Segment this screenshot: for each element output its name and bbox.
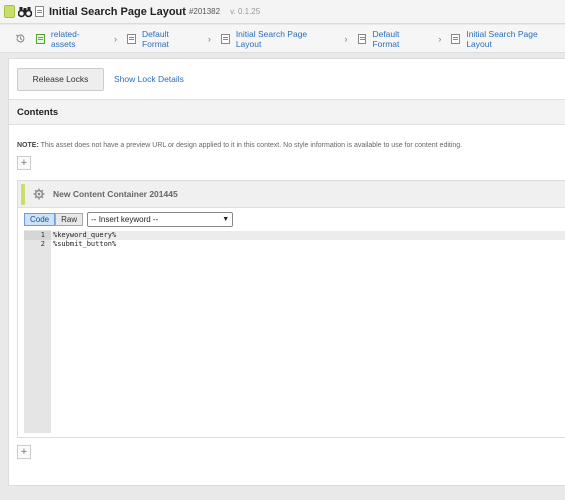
gear-icon[interactable] (33, 188, 45, 200)
breadcrumb-separator: › (207, 33, 211, 44)
chevron-down-icon: ▼ (222, 215, 230, 223)
show-lock-details-link[interactable]: Show Lock Details (114, 74, 184, 84)
breadcrumb-label: Initial Search Page Layout (235, 28, 308, 49)
note-text: This asset does not have a preview URL o… (38, 142, 463, 149)
line-number: 1 (24, 231, 51, 240)
breadcrumb-separator: › (438, 33, 442, 44)
breadcrumb-label: Default Format (141, 28, 169, 49)
page-icon (357, 33, 367, 44)
note-prefix: NOTE: (17, 142, 39, 149)
title-bar: Initial Search Page Layout #201382 v. 0.… (0, 0, 565, 24)
page-icon (35, 6, 44, 17)
page-title: Initial Search Page Layout (49, 5, 186, 18)
tab-raw[interactable]: Raw (55, 212, 84, 226)
code-line[interactable]: %keyword_query% (51, 231, 565, 240)
breadcrumb-item-initial-search-page-layout-2[interactable]: Initial Search Page Layout (451, 29, 565, 49)
container-title: New Content Container 201445 (53, 189, 178, 199)
breadcrumb: related-assets › Default Format › Initia… (0, 25, 565, 53)
breadcrumb-label: Initial Search Page Layout (466, 28, 538, 49)
breadcrumb-item-initial-search-page-layout[interactable]: Initial Search Page Layout (220, 28, 335, 49)
page-icon (451, 33, 461, 44)
editor-toolbar: Code Raw -- Insert keyword -- ▼ (18, 208, 565, 230)
page-icon (220, 33, 230, 44)
status-icon[interactable] (4, 5, 15, 18)
breadcrumb-label: related-assets (50, 28, 80, 49)
asset-id: #201382 (188, 7, 221, 16)
container-header: New Content Container 201445 (18, 181, 565, 208)
release-locks-button[interactable]: Release Locks (17, 67, 104, 91)
binoculars-icon[interactable] (18, 6, 32, 18)
breadcrumb-item-default-format[interactable]: Default Format (126, 28, 198, 49)
history-icon[interactable] (15, 33, 26, 44)
page-icon (126, 33, 136, 44)
tab-code[interactable]: Code (24, 212, 56, 226)
breadcrumb-item-related-assets[interactable]: related-assets (35, 28, 104, 49)
insert-keyword-value: -- Insert keyword -- (91, 214, 159, 224)
preview-note: NOTE: This asset does not have a preview… (17, 142, 565, 149)
container-status-bar (21, 183, 25, 205)
insert-keyword-select[interactable]: -- Insert keyword -- ▼ (87, 211, 234, 227)
code-editor[interactable]: 1 2 %keyword_query% %submit_button% (24, 230, 565, 433)
main-panel: Release Locks Show Lock Details Contents… (8, 58, 565, 486)
add-container-button-bottom[interactable]: + (17, 445, 31, 459)
line-number: 2 (40, 240, 45, 248)
version-label: v. 0.1.25 (230, 7, 261, 16)
lock-bar: Release Locks Show Lock Details (9, 59, 565, 99)
breadcrumb-separator: › (344, 33, 348, 44)
plus-icon: + (20, 156, 28, 169)
contents-heading: Contents (9, 99, 565, 125)
content-container: New Content Container 201445 Code Raw --… (17, 180, 565, 438)
asset-icon (35, 33, 45, 44)
breadcrumb-label: Default Format (372, 28, 400, 49)
code-line[interactable]: %submit_button% (51, 240, 565, 249)
breadcrumb-separator: › (113, 33, 117, 44)
add-container-button-top[interactable]: + (17, 156, 31, 170)
code-lines[interactable]: %keyword_query% %submit_button% (51, 230, 565, 433)
breadcrumb-item-default-format-2[interactable]: Default Format (357, 28, 429, 49)
plus-icon: + (20, 445, 28, 458)
line-gutter: 1 2 (24, 230, 51, 433)
